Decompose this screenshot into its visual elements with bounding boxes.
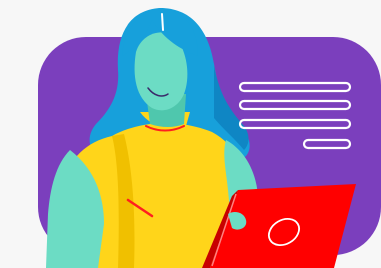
woman-laptop-illustration <box>38 8 381 268</box>
hair-part <box>161 13 164 31</box>
illustration-canvas <box>0 0 381 268</box>
